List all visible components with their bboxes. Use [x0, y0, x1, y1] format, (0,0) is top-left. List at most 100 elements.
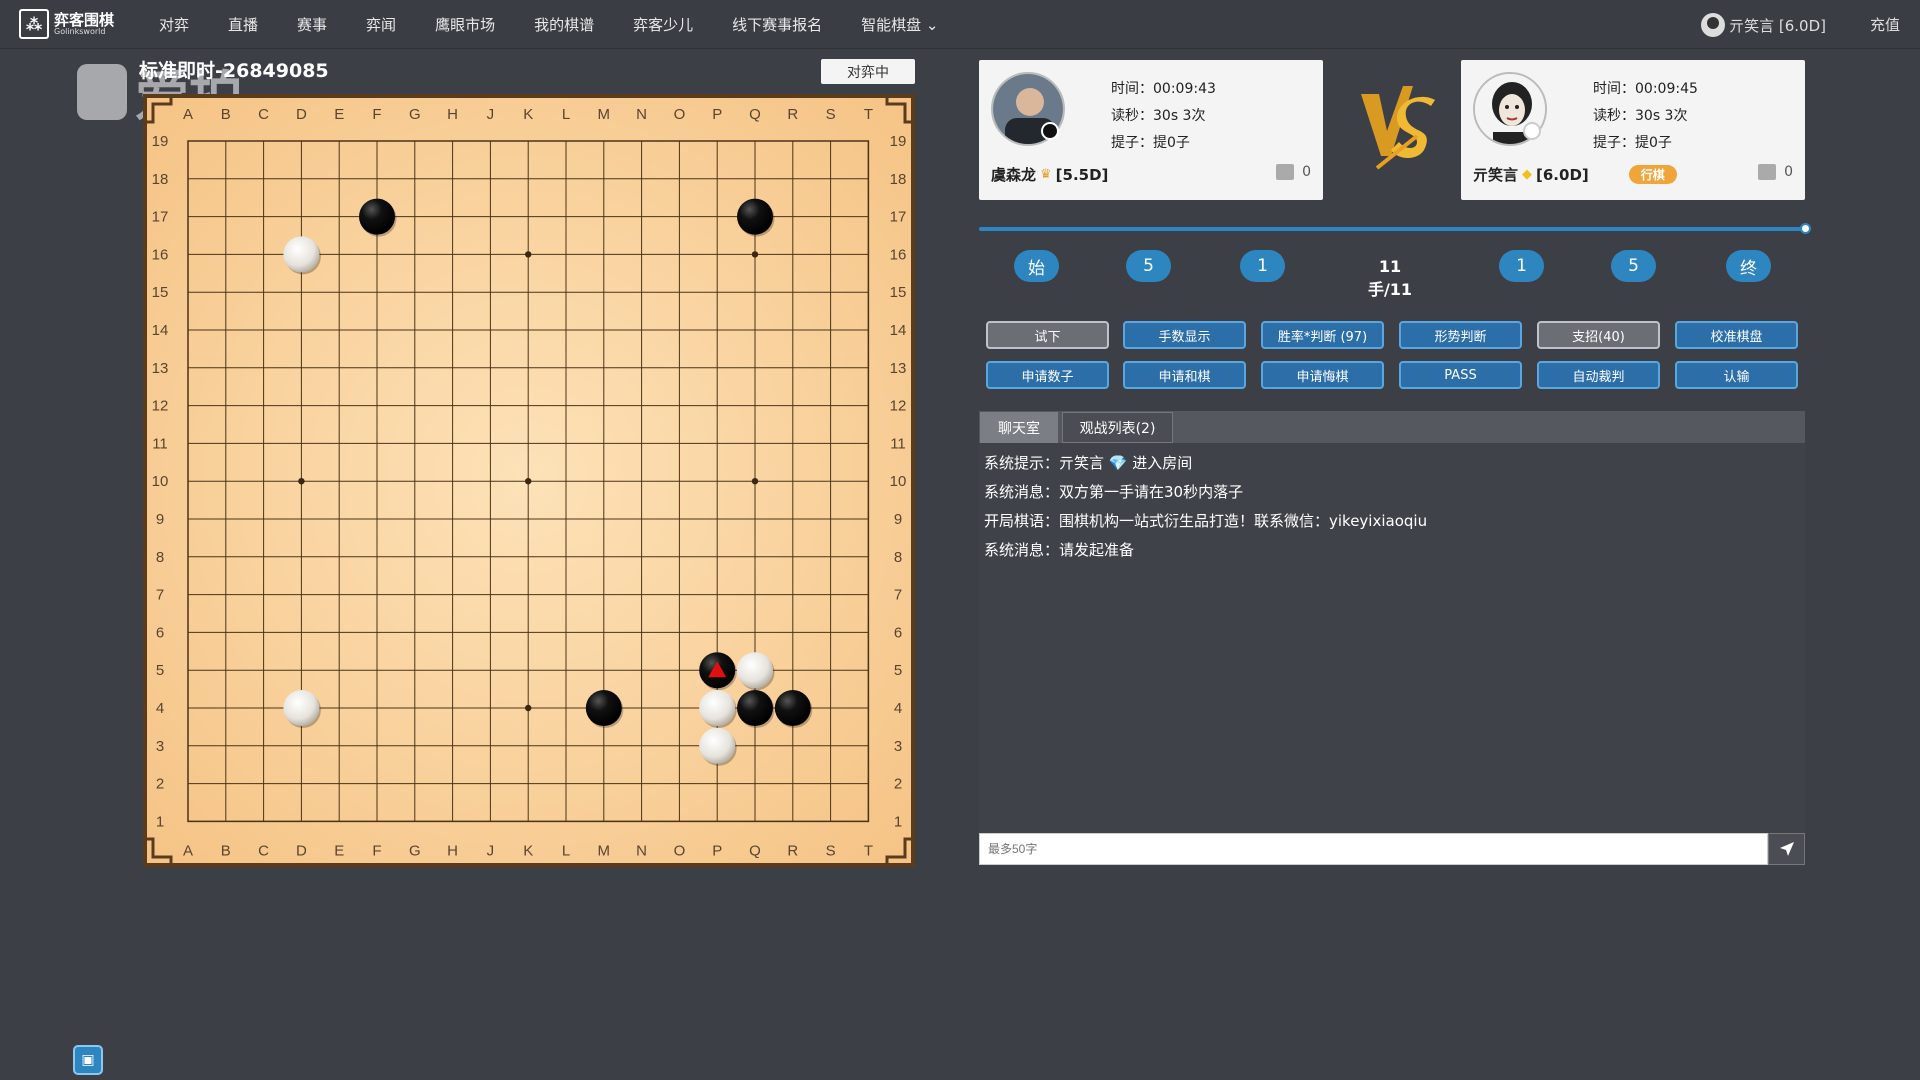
row-label: 2	[894, 776, 902, 793]
user-name: 亓笑言 [6.0D]	[1729, 16, 1826, 35]
column-label: R	[787, 842, 798, 859]
column-label: H	[447, 106, 458, 123]
go-start-button[interactable]: 始	[1014, 250, 1059, 282]
black-stone	[359, 198, 395, 235]
nav-item-smart-board[interactable]: 智能棋盘 ⌄	[861, 14, 938, 35]
back-1-button[interactable]: 1	[1240, 250, 1285, 282]
star-point	[525, 704, 532, 712]
column-label: G	[409, 106, 421, 123]
column-label: F	[372, 842, 381, 859]
star-point	[525, 251, 532, 258]
go-end-button[interactable]: 终	[1726, 250, 1771, 282]
nav-item-events[interactable]: 赛事	[297, 14, 327, 35]
column-label: F	[372, 106, 381, 123]
user-menu[interactable]: 亓笑言 [6.0D]	[1701, 13, 1826, 37]
column-label: B	[221, 842, 231, 859]
white-stone	[283, 690, 320, 726]
player-black-time: 00:09:43	[1153, 81, 1216, 97]
row-label: 7	[156, 587, 164, 604]
forward-5-button[interactable]: 5	[1611, 250, 1656, 282]
send-button[interactable]	[1768, 833, 1805, 865]
show-move-numbers-button[interactable]: 手数显示	[1123, 321, 1246, 349]
nav-item-news[interactable]: 弈闻	[366, 14, 396, 35]
column-label: N	[636, 842, 647, 859]
nav-item-market[interactable]: 鹰眼市场	[435, 14, 495, 35]
move-progress-handle[interactable]	[1800, 223, 1811, 234]
recharge-link[interactable]: 充值	[1870, 14, 1900, 35]
black-stone	[585, 690, 622, 726]
row-label: 2	[156, 776, 164, 793]
row-label: 15	[890, 284, 907, 301]
calibrate-board-button[interactable]: 校准棋盘	[1675, 321, 1798, 349]
nav-item-live[interactable]: 直播	[228, 14, 258, 35]
game-status-button[interactable]: 对弈中	[821, 59, 915, 84]
hint-button[interactable]: 支招(40)	[1537, 321, 1660, 349]
crown-icon: ♛	[1040, 167, 1052, 182]
tab-chat-room[interactable]: 聊天室	[980, 412, 1058, 443]
logo-subname: Golinksworld	[54, 26, 106, 36]
win-rate-button[interactable]: 胜率*判断 (97)	[1261, 321, 1384, 349]
column-label: J	[487, 106, 495, 123]
player-black-info: 时间：00:09:43 读秒：30s 3次 提子：提0子	[1111, 81, 1216, 151]
auto-judge-button[interactable]: 自动裁判	[1537, 361, 1660, 389]
row-label: 17	[890, 209, 907, 226]
column-label: L	[562, 106, 570, 123]
row-label: 5	[156, 662, 164, 679]
player-white-likes[interactable]: 0	[1758, 164, 1793, 180]
column-label: P	[712, 842, 722, 859]
row-label: 7	[894, 587, 902, 604]
column-label: Q	[749, 842, 761, 859]
thumbs-up-icon	[1276, 164, 1295, 180]
column-label: H	[447, 842, 458, 859]
player-black-likes[interactable]: 0	[1276, 164, 1311, 180]
column-label: Q	[749, 106, 761, 123]
watermark-icon	[77, 63, 127, 120]
row-label: 18	[890, 171, 907, 188]
main-nav: 对弈 直播 赛事 弈闻 鹰眼市场 我的棋谱 弈客少儿 线下赛事报名 智能棋盘 ⌄	[159, 0, 977, 49]
chat-input[interactable]	[979, 833, 1768, 865]
row-label: 16	[152, 246, 169, 263]
column-label: S	[826, 842, 836, 859]
to-move-badge: 行棋	[1628, 165, 1677, 184]
row-label: 18	[152, 171, 169, 188]
row-label: 17	[152, 209, 169, 226]
cube-icon[interactable]: ▣	[73, 1045, 103, 1075]
column-label: N	[636, 106, 647, 123]
column-label: E	[334, 106, 344, 123]
go-board[interactable]: A A B B C C D D E E F F G G H H J J K K L L M M N N O O P P Q Q R R S S T T 19…	[143, 94, 915, 867]
logo[interactable]: ⁂ 弈客围棋 Golinksworld	[19, 9, 114, 39]
player-black-name-row[interactable]: 虞森龙 ♛ [5.5D]	[991, 164, 1108, 185]
request-draw-button[interactable]: 申请和棋	[1123, 361, 1246, 389]
white-stone	[737, 652, 773, 689]
column-label: O	[674, 106, 686, 123]
row-label: 12	[152, 398, 169, 415]
nav-item-offline-signup[interactable]: 线下赛事报名	[732, 14, 822, 35]
column-label: R	[787, 106, 798, 123]
tab-watchers[interactable]: 观战列表(2)	[1062, 412, 1173, 443]
forward-1-button[interactable]: 1	[1499, 250, 1544, 282]
black-stone-icon	[1041, 122, 1059, 140]
player-white-captures: 提0子	[1635, 135, 1672, 151]
row-label: 4	[156, 700, 164, 717]
nav-item-play[interactable]: 对弈	[159, 14, 189, 35]
chat-message: 系统消息：请发起准备	[984, 541, 1135, 559]
move-progress-bar[interactable]	[979, 227, 1805, 231]
star-point	[751, 251, 759, 258]
row-label: 16	[890, 246, 907, 263]
row-label: 9	[156, 511, 164, 528]
pass-button[interactable]: PASS	[1399, 361, 1522, 389]
position-analysis-button[interactable]: 形势判断	[1399, 321, 1522, 349]
back-5-button[interactable]: 5	[1126, 250, 1171, 282]
chat-tabs: 聊天室 观战列表(2)	[979, 411, 1805, 443]
row-label: 15	[152, 284, 169, 301]
row-label: 11	[152, 435, 168, 452]
request-count-button[interactable]: 申请数子	[986, 361, 1109, 389]
row-label: 9	[894, 511, 902, 528]
nav-item-kids[interactable]: 弈客少儿	[633, 14, 693, 35]
request-undo-button[interactable]: 申请悔棋	[1261, 361, 1384, 389]
nav-item-my-games[interactable]: 我的棋谱	[534, 14, 594, 35]
star-point	[525, 478, 532, 485]
player-white-name-row[interactable]: 亓笑言 ◆ [6.0D] 行棋	[1473, 164, 1677, 185]
resign-button[interactable]: 认输	[1675, 361, 1798, 389]
try-move-button[interactable]: 试下	[986, 321, 1109, 349]
